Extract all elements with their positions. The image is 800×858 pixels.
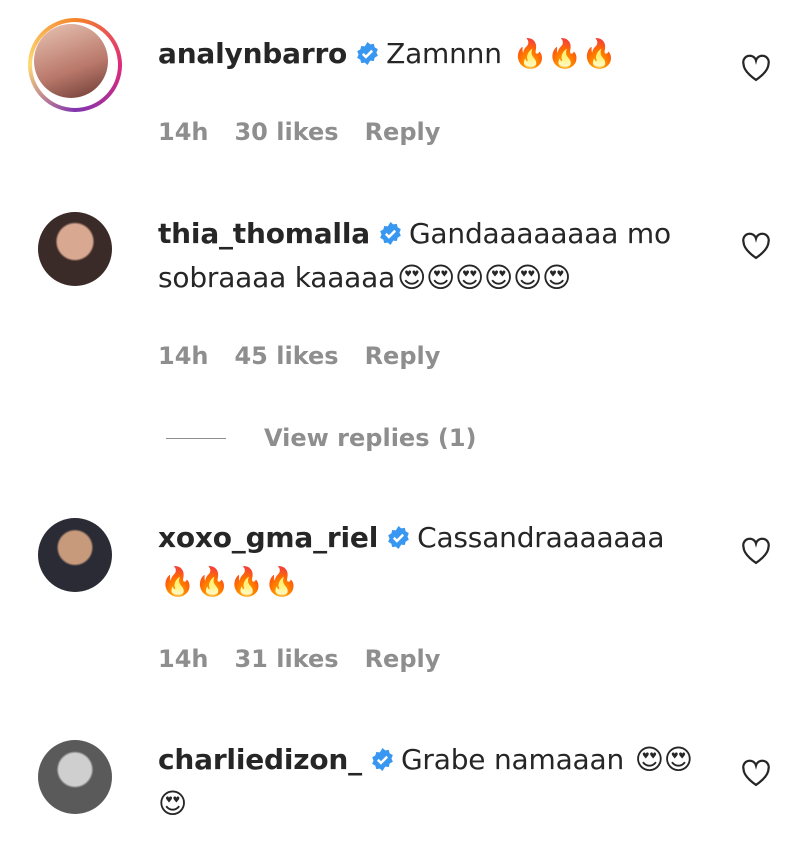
comment-text: Grabe namaaan [400, 743, 625, 776]
avatar-xoxo_gma_riel[interactable] [38, 518, 112, 592]
username[interactable]: xoxo_gma_riel [158, 521, 378, 554]
reply-button[interactable]: Reply [365, 645, 441, 673]
avatar-analynbarro[interactable] [34, 24, 108, 98]
comment-text: Cassandraaaaaaa [417, 521, 665, 554]
username[interactable]: charliedizon_ [158, 743, 362, 776]
reply-button[interactable]: Reply [365, 342, 441, 370]
timestamp[interactable]: 14h [158, 118, 208, 146]
verified-badge-icon [357, 42, 378, 65]
story-ring[interactable] [28, 18, 122, 112]
timestamp[interactable]: 14h [158, 342, 208, 370]
verified-badge-icon [388, 526, 409, 549]
heart-icon[interactable] [741, 232, 771, 260]
heart-icon[interactable] [741, 54, 771, 82]
fire-emoji: 🔥🔥🔥🔥 [160, 565, 299, 598]
likes-count[interactable]: 31 likes [234, 645, 338, 673]
avatar-charliedizon_[interactable] [38, 740, 112, 814]
fire-emoji: 🔥🔥🔥 [512, 37, 617, 70]
avatar-thia_thomalla[interactable] [38, 212, 112, 286]
likes-count[interactable]: 30 likes [234, 118, 338, 146]
username[interactable]: thia_thomalla [158, 217, 370, 250]
comment-text: Zamnnn [386, 37, 502, 70]
heart-icon[interactable] [741, 537, 771, 565]
reply-button[interactable]: Reply [365, 118, 441, 146]
timestamp[interactable]: 14h [158, 645, 208, 673]
username[interactable]: analynbarro [158, 37, 347, 70]
likes-count[interactable]: 45 likes [234, 342, 338, 370]
view-replies-label[interactable]: View replies (1) [264, 424, 476, 452]
heart-icon[interactable] [741, 759, 771, 787]
verified-badge-icon [372, 748, 393, 771]
verified-badge-icon [380, 222, 401, 245]
heart-eyes-emoji: 😍😍😍😍😍😍 [397, 261, 571, 294]
divider-line [166, 437, 226, 439]
view-replies-button[interactable]: View replies (1) [166, 418, 476, 458]
